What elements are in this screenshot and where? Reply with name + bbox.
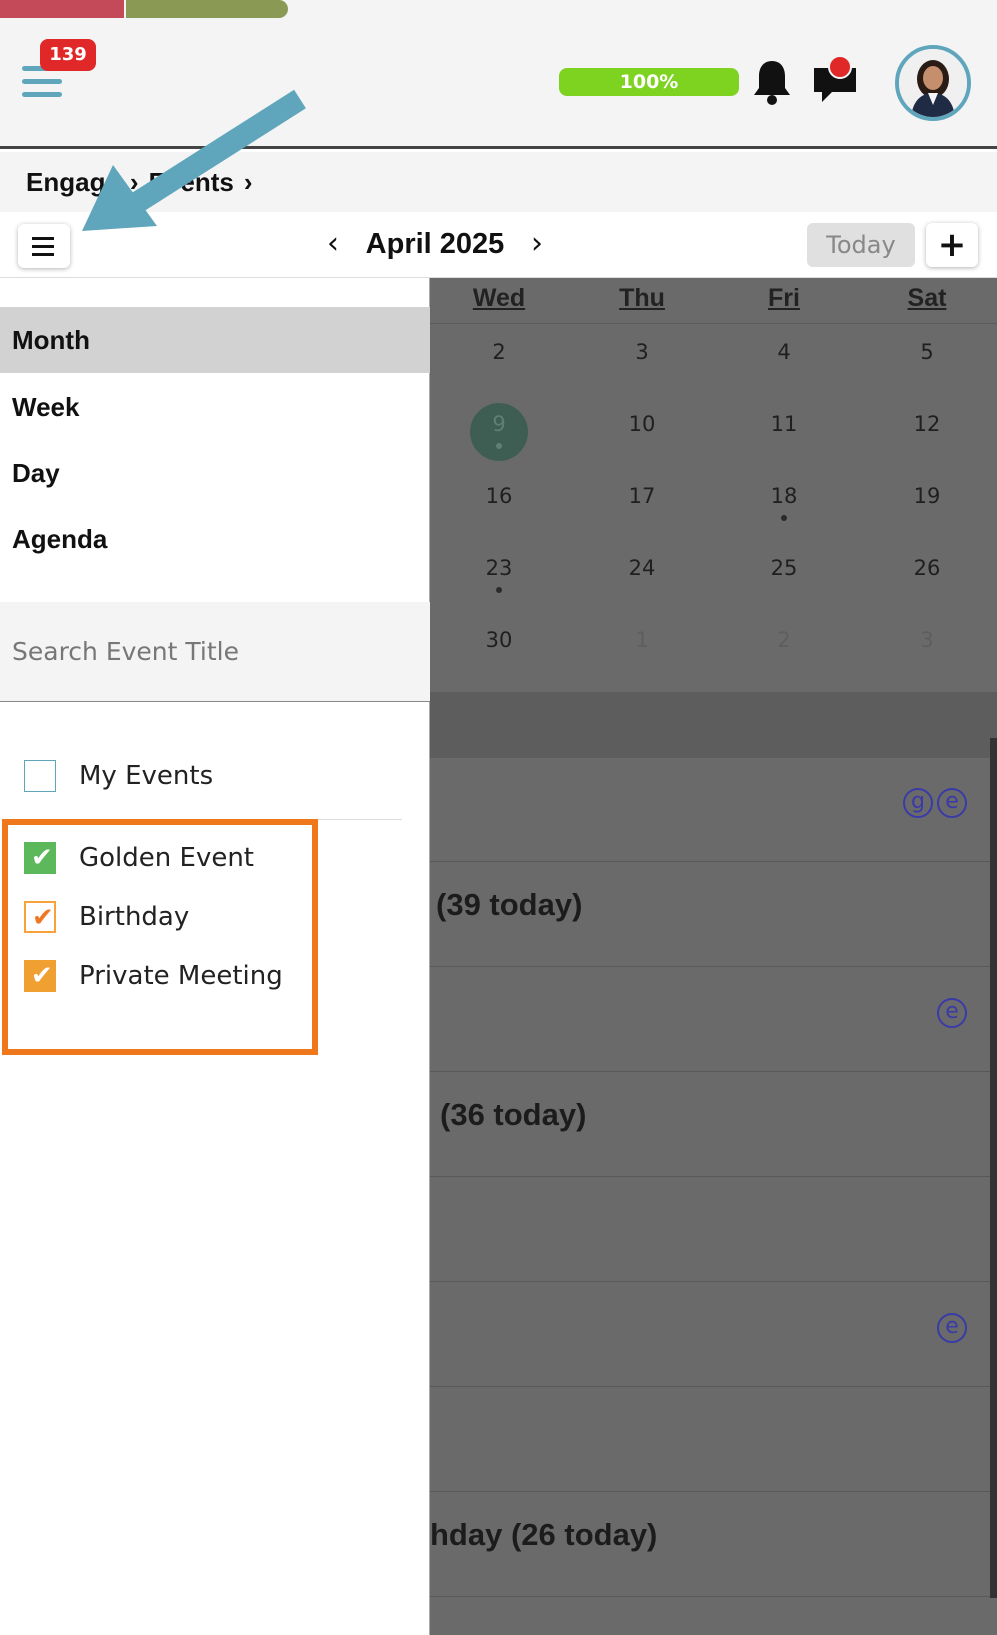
event-list-item[interactable]: (39 today) [430, 863, 997, 967]
event-list-item[interactable]: e [430, 1283, 997, 1387]
notification-count-badge: 139 [40, 39, 96, 71]
breadcrumb-item-engage[interactable]: Engage [26, 167, 120, 197]
calendar-day[interactable]: 25 [713, 556, 855, 580]
calendar-toolbar: ‹ April 2025 › Today + [0, 212, 997, 278]
annotation-highlight-box [2, 819, 318, 1055]
golden-event-icon: g [903, 788, 933, 818]
view-option-agenda[interactable]: Agenda [0, 506, 430, 572]
stripe-segment-red [0, 0, 124, 18]
event-icon: e [937, 788, 967, 818]
calendar-day[interactable]: 2 [430, 340, 570, 364]
view-option-day[interactable]: Day [0, 440, 430, 506]
event-list-item[interactable]: hday (26 today) [430, 1493, 997, 1597]
event-icon: e [937, 1313, 967, 1343]
filter-label: My Events [79, 761, 214, 791]
top-progress-stripe [0, 0, 997, 18]
add-event-button[interactable]: + [926, 223, 978, 267]
calendar-day[interactable]: 5 [856, 340, 997, 364]
weekday-header: Wed Thu Fri Sat [430, 278, 997, 324]
event-list-item[interactable]: ge [430, 758, 997, 862]
calendar-day[interactable]: 11 [713, 412, 855, 436]
event-list-scrollbar[interactable] [990, 738, 997, 1598]
app-header: 139 100% [0, 18, 997, 149]
event-icon: e [937, 998, 967, 1028]
calendar-day[interactable]: 3 [571, 340, 713, 364]
event-dot [496, 443, 502, 449]
calendar-sidebar-toggle-button[interactable] [18, 224, 70, 268]
breadcrumb-item-events[interactable]: Events [149, 167, 234, 197]
calendar-day[interactable]: 18 [713, 484, 855, 508]
event-list-item[interactable]: (36 today) [430, 1073, 997, 1177]
calendar-day[interactable]: 4 [713, 340, 855, 364]
weekday-label: Thu [619, 284, 665, 312]
agenda-header-bar [430, 692, 997, 758]
event-title: (36 today) [440, 1097, 587, 1132]
event-list-item[interactable]: e [430, 968, 997, 1072]
event-title-search-input[interactable]: Search Event Title [0, 602, 430, 702]
user-avatar[interactable] [895, 45, 971, 121]
calendar-day[interactable]: 12 [856, 412, 997, 436]
profile-completion-bar: 100% [559, 68, 739, 96]
calendar-day[interactable]: 26 [856, 556, 997, 580]
calendar-day-today[interactable]: 9 [430, 412, 570, 436]
calendar-day[interactable]: 17 [571, 484, 713, 508]
calendar-day[interactable]: 30 [430, 628, 570, 652]
calendar-day-next-month[interactable]: 2 [713, 628, 855, 652]
checkbox-unchecked[interactable] [24, 760, 56, 792]
calendar-day[interactable]: 19 [856, 484, 997, 508]
main-menu-icon[interactable] [22, 66, 62, 100]
weekday-label: Fri [768, 284, 800, 312]
calendar-month-grid: Wed Thu Fri Sat 2 3 4 5 9 10 11 12 16 17… [430, 278, 997, 1635]
messages-icon[interactable] [810, 55, 860, 106]
event-dot [496, 587, 502, 593]
stripe-segment-green [126, 0, 288, 18]
event-dot [781, 515, 787, 521]
calendar-day-next-month[interactable]: 1 [571, 628, 713, 652]
breadcrumb: Engage › Events › [0, 152, 997, 212]
bell-icon[interactable] [751, 58, 793, 106]
calendar-day[interactable]: 24 [571, 556, 713, 580]
chevron-right-icon: › [129, 167, 139, 197]
next-month-button[interactable]: › [520, 226, 554, 262]
calendar-day-next-month[interactable]: 3 [856, 628, 997, 652]
previous-month-button[interactable]: ‹ [316, 226, 350, 262]
event-title: hday (26 today) [430, 1517, 658, 1552]
event-title: (39 today) [436, 887, 583, 922]
calendar-day[interactable]: 16 [430, 484, 570, 508]
weekday-label: Sat [907, 284, 947, 312]
calendar-day[interactable]: 23 [430, 556, 570, 580]
current-month-title: April 2025 [365, 228, 505, 260]
view-option-month[interactable]: Month [0, 307, 430, 373]
today-button[interactable]: Today [807, 223, 915, 267]
weekday-label: Wed [472, 284, 526, 312]
event-list-item[interactable] [430, 1178, 997, 1282]
calendar-day[interactable]: 10 [571, 412, 713, 436]
view-option-week[interactable]: Week [0, 374, 430, 440]
chevron-right-icon: › [243, 167, 253, 197]
event-list-item[interactable] [430, 1388, 997, 1492]
